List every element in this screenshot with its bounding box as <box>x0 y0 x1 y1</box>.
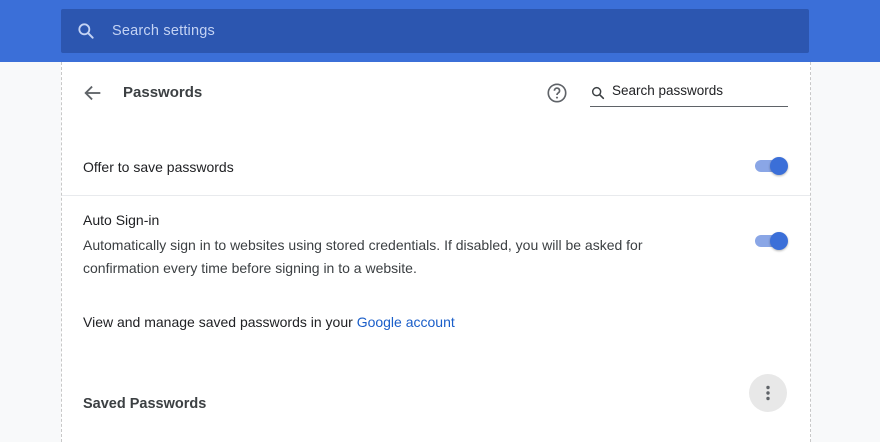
passwords-card: Passwords Offer to save passwords Auto S… <box>61 62 811 442</box>
settings-search-input[interactable] <box>110 22 714 40</box>
saved-passwords-heading: Saved Passwords <box>83 396 207 412</box>
search-icon <box>78 23 94 39</box>
page-title: Passwords <box>123 84 203 101</box>
passwords-header: Passwords <box>62 62 810 124</box>
password-search-input[interactable] <box>612 83 784 98</box>
search-icon <box>591 86 605 100</box>
manage-passwords-text: View and manage saved passwords in your <box>83 314 357 330</box>
auto-signin-toggle[interactable] <box>753 231 789 251</box>
top-bar <box>0 0 880 62</box>
offer-to-save-toggle[interactable] <box>753 156 789 176</box>
toggle-knob <box>770 232 788 250</box>
password-search-field[interactable] <box>590 81 788 107</box>
manage-passwords-row: View and manage saved passwords in your … <box>83 314 455 330</box>
arrow-back-icon[interactable] <box>82 82 104 104</box>
offer-to-save-row: Offer to save passwords <box>62 139 810 196</box>
settings-search-box[interactable] <box>61 9 809 53</box>
more-actions-button[interactable] <box>749 374 787 412</box>
auto-signin-description: Automatically sign in to websites using … <box>83 237 643 276</box>
toggle-knob <box>770 157 788 175</box>
google-account-link[interactable]: Google account <box>357 314 455 330</box>
help-icon[interactable] <box>546 82 568 104</box>
offer-to-save-label: Offer to save passwords <box>83 159 234 175</box>
auto-signin-label: Auto Sign-in <box>83 212 160 228</box>
auto-signin-row: Auto Sign-in Automatically sign in to we… <box>62 196 810 286</box>
more-vert-icon <box>766 385 770 401</box>
